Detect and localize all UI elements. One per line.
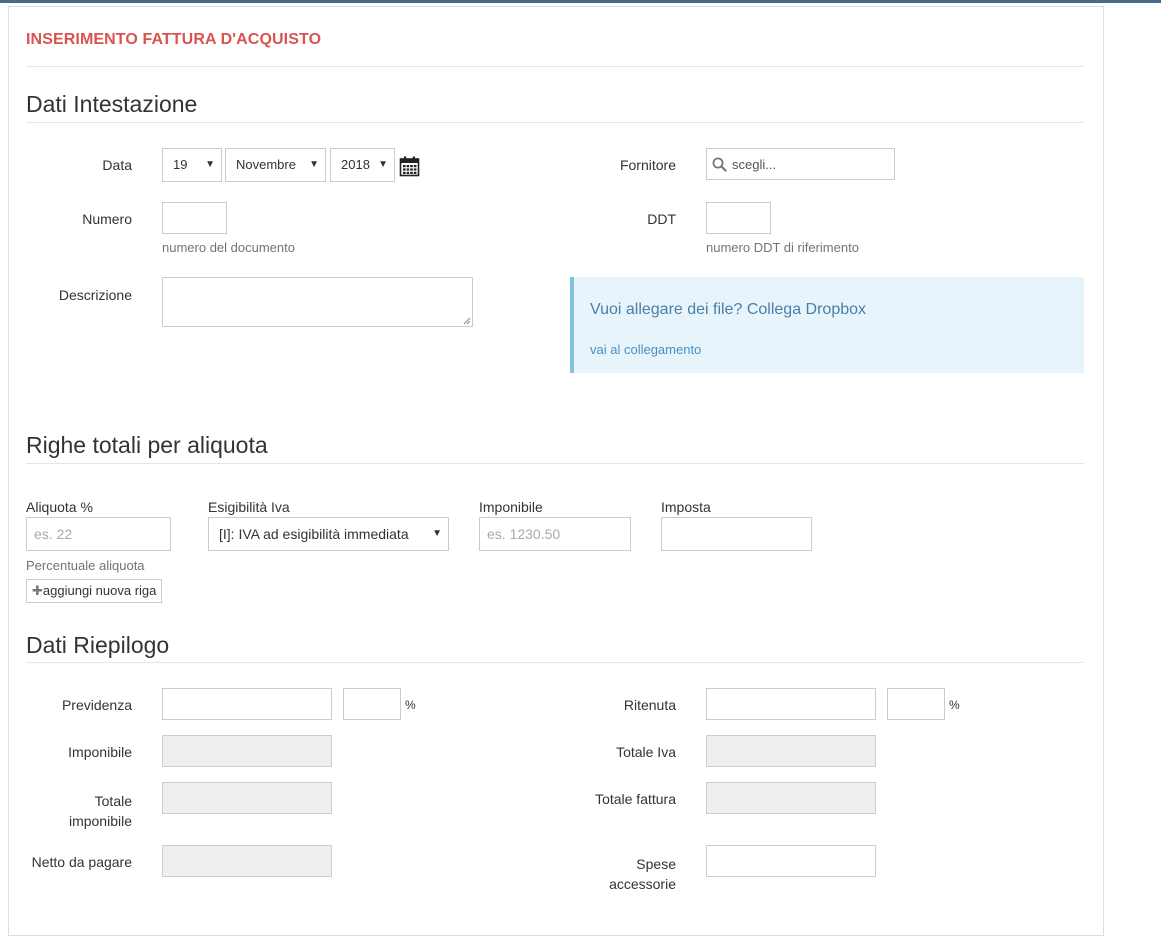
totale-iva-label: Totale Iva bbox=[616, 744, 676, 760]
previdenza-percent-input[interactable] bbox=[343, 688, 401, 720]
aliquota-input[interactable] bbox=[26, 517, 171, 551]
imposta-row-input[interactable] bbox=[661, 517, 812, 551]
data-label: Data bbox=[102, 157, 132, 173]
numero-label: Numero bbox=[82, 211, 132, 227]
totale-fattura-field bbox=[706, 782, 876, 814]
dropbox-alert-text: Vuoi allegare dei file? Collega Dropbox bbox=[590, 301, 867, 318]
section-divider bbox=[26, 463, 1084, 464]
previdenza-input[interactable] bbox=[162, 688, 332, 720]
totale-imponibile-label-line2: imponibile bbox=[68, 813, 132, 829]
totale-imponibile-field bbox=[162, 782, 332, 814]
month-select-value: Novembre bbox=[236, 157, 296, 172]
ritenuta-input[interactable] bbox=[706, 688, 876, 720]
chevron-down-icon: ▼ bbox=[428, 518, 442, 550]
netto-field bbox=[162, 845, 332, 877]
aliquota-help: Percentuale aliquota bbox=[26, 558, 145, 573]
month-select[interactable]: Novembre ▼ bbox=[225, 148, 326, 182]
section-heading-intestazione: Dati Intestazione bbox=[26, 91, 198, 117]
section-divider bbox=[26, 122, 1084, 123]
spese-label: Spese accessorie bbox=[580, 854, 676, 894]
spese-label-line2: accessorie bbox=[609, 876, 676, 892]
chevron-down-icon: ▼ bbox=[378, 159, 388, 170]
chevron-down-icon: ▼ bbox=[205, 159, 215, 170]
column-header-esigibilita: Esigibilità Iva bbox=[208, 499, 290, 515]
ritenuta-percent-input[interactable] bbox=[887, 688, 945, 720]
spese-label-line1: Spese bbox=[636, 856, 676, 872]
totale-fattura-label: Totale fattura bbox=[595, 791, 676, 807]
netto-label: Netto da pagare bbox=[31, 854, 132, 870]
top-accent-bar bbox=[0, 0, 1161, 3]
column-header-aliquota: Aliquota % bbox=[26, 499, 93, 515]
column-header-imponibile: Imponibile bbox=[479, 499, 543, 515]
ritenuta-percent-sign: % bbox=[949, 698, 960, 712]
year-select[interactable]: 2018 ▼ bbox=[330, 148, 395, 182]
totale-imponibile-label-line1: Totale bbox=[94, 793, 132, 809]
imponibile-total-field bbox=[162, 735, 332, 767]
dropbox-alert: Vuoi allegare dei file? Collega Dropbox … bbox=[570, 277, 1084, 373]
ritenuta-label: Ritenuta bbox=[623, 697, 676, 713]
numero-help: numero del documento bbox=[162, 240, 295, 255]
year-select-value: 2018 bbox=[341, 157, 370, 172]
page-title: INSERIMENTO FATTURA D'ACQUISTO bbox=[26, 31, 322, 48]
numero-input[interactable] bbox=[162, 202, 227, 234]
section-heading-riepilogo: Dati Riepilogo bbox=[26, 632, 170, 658]
title-divider bbox=[26, 66, 1084, 67]
totale-iva-field bbox=[706, 735, 876, 767]
fornitore-placeholder: scegli... bbox=[732, 157, 777, 172]
ddt-input[interactable] bbox=[706, 202, 771, 234]
dropbox-link[interactable]: vai al collegamento bbox=[590, 342, 701, 357]
column-header-imposta: Imposta bbox=[661, 499, 711, 515]
section-divider bbox=[26, 662, 1084, 663]
chevron-down-icon: ▼ bbox=[309, 159, 319, 170]
search-icon bbox=[712, 157, 727, 172]
fornitore-search[interactable]: scegli... bbox=[706, 148, 895, 180]
section-heading-aliquote: Righe totali per aliquota bbox=[26, 432, 268, 458]
day-select[interactable]: 19 ▼ bbox=[162, 148, 222, 182]
plus-icon: ✚ bbox=[32, 583, 43, 598]
descrizione-label: Descrizione bbox=[58, 287, 132, 303]
ddt-help: numero DDT di riferimento bbox=[706, 240, 859, 255]
day-select-value: 19 bbox=[173, 157, 188, 172]
add-row-button[interactable]: ✚aggiungi nuova riga bbox=[26, 579, 163, 603]
imponibile-row-input[interactable] bbox=[479, 517, 631, 551]
totale-imponibile-label: Totale imponibile bbox=[40, 791, 132, 831]
spese-input[interactable] bbox=[706, 845, 876, 877]
esigibilita-select-value: [I]: IVA ad esigibilità immediata bbox=[219, 526, 409, 542]
fornitore-label: Fornitore bbox=[619, 157, 676, 173]
previdenza-label: Previdenza bbox=[61, 697, 132, 713]
descrizione-textarea[interactable] bbox=[162, 277, 473, 327]
add-row-label: aggiungi nuova riga bbox=[42, 583, 157, 598]
esigibilita-select[interactable]: [I]: IVA ad esigibilità immediata ▼ bbox=[208, 517, 449, 551]
previdenza-percent-sign: % bbox=[405, 698, 416, 712]
calendar-icon[interactable] bbox=[399, 156, 420, 177]
imponibile-label: Imponibile bbox=[68, 744, 132, 760]
resize-grip-icon[interactable] bbox=[463, 317, 471, 325]
ddt-label: DDT bbox=[647, 211, 676, 227]
